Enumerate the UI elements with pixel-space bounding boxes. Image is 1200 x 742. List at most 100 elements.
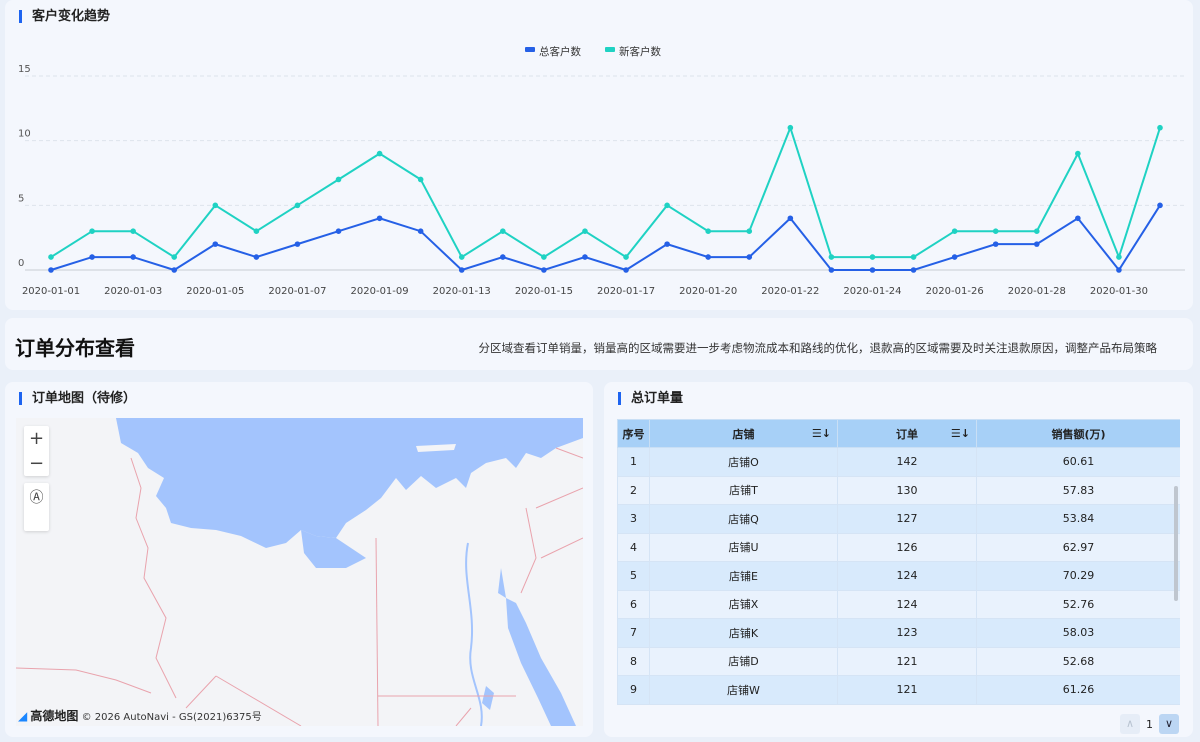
- cell-sales: 57.83: [976, 475, 1180, 505]
- table-row[interactable]: 4 店铺U 126 62.97: [617, 532, 1180, 562]
- cell-orders: 124: [837, 561, 977, 591]
- cell-orders: 127: [837, 504, 977, 534]
- cell-sales: 58.03: [976, 618, 1180, 648]
- zoom-in-button[interactable]: +: [24, 426, 49, 451]
- compass-button[interactable]: Ⓐ: [24, 483, 49, 531]
- table-row[interactable]: 6 店铺X 124 52.76: [617, 589, 1180, 619]
- map-canvas: [16, 418, 583, 726]
- amap-logo-icon: ◢: [18, 709, 28, 723]
- zoom-out-button[interactable]: −: [24, 451, 49, 476]
- customer-trend-chart: 0 5 10 15 2020-01-01 2020-01-03 2020-01-05 2020…: [18, 45, 1185, 297]
- sort-icon[interactable]: ☰↓: [951, 427, 970, 440]
- cell-index: 7: [617, 618, 650, 648]
- cell-sales: 52.68: [976, 646, 1180, 676]
- data-point: [1116, 254, 1122, 260]
- data-point: [910, 267, 917, 273]
- data-point: [582, 228, 588, 234]
- data-point: [376, 150, 383, 157]
- x-tick-label: 2020-01-22: [761, 286, 819, 297]
- cell-store: 店铺D: [649, 646, 838, 676]
- cell-orders: 121: [837, 646, 977, 676]
- pagination: ∧ 1 ∨: [1120, 714, 1179, 734]
- data-point: [130, 228, 136, 234]
- data-point: [171, 254, 178, 260]
- table-scrollbar[interactable]: [1174, 486, 1178, 601]
- table-row[interactable]: 3 店铺Q 127 53.84: [617, 504, 1180, 534]
- series-line-2: [50, 124, 1161, 261]
- data-point: [335, 176, 342, 183]
- data-point: [869, 254, 876, 260]
- order-map[interactable]: + − Ⓐ ◢ 高德地图 © 2026 AutoNavi - GS(2021)6…: [16, 418, 583, 726]
- sort-icon[interactable]: ☰↓: [812, 427, 831, 440]
- order-map-panel: 订单地图（待修） + − Ⓐ ◢ 高德地图 © 2026 AutoNavi - …: [5, 382, 593, 737]
- table-row[interactable]: 7 店铺K 123 58.03: [617, 618, 1180, 648]
- data-point: [48, 254, 54, 260]
- y-tick-label: 15: [18, 64, 31, 75]
- zoom-control: + −: [24, 426, 49, 476]
- orders-table-container[interactable]: 序号 店铺 ☰↓ 订单 ☰↓ 销售额(万) 1 店铺O 142 60.61 2 店铺T 130 5…: [617, 419, 1180, 709]
- cell-store: 店铺E: [649, 561, 838, 591]
- data-point: [582, 254, 588, 260]
- table-row[interactable]: 8 店铺D 121 52.68: [617, 646, 1180, 676]
- data-point: [1033, 241, 1040, 247]
- cell-sales: 62.97: [976, 532, 1180, 562]
- data-point: [541, 267, 547, 273]
- data-point: [664, 241, 670, 247]
- cell-store: 店铺X: [649, 589, 838, 619]
- data-point: [787, 124, 794, 131]
- cell-index: 2: [617, 475, 650, 505]
- cell-index: 8: [617, 646, 650, 676]
- table-row[interactable]: 5 店铺E 124 70.29: [617, 561, 1180, 591]
- data-point: [294, 202, 301, 209]
- table-row[interactable]: 1 店铺O 142 60.61: [617, 447, 1180, 477]
- cell-index: 4: [617, 532, 650, 562]
- cell-index: 6: [617, 589, 650, 619]
- next-page-button[interactable]: ∨: [1159, 714, 1179, 734]
- prev-page-button[interactable]: ∧: [1120, 714, 1140, 734]
- data-point: [171, 267, 178, 273]
- data-point: [212, 202, 219, 209]
- data-point: [1075, 150, 1081, 157]
- cell-orders: 130: [837, 475, 977, 505]
- table-row[interactable]: 2 店铺T 130 57.83: [617, 475, 1180, 505]
- x-tick-label: 2020-01-15: [515, 286, 573, 297]
- data-point: [992, 228, 999, 234]
- data-point: [1157, 202, 1163, 209]
- cell-sales: 60.61: [976, 447, 1180, 477]
- data-point: [828, 254, 835, 260]
- current-page: 1: [1146, 717, 1153, 731]
- y-tick-label: 0: [18, 258, 24, 269]
- header-index: 序号: [617, 419, 650, 448]
- legend-swatch: [605, 47, 615, 52]
- header-orders[interactable]: 订单 ☰↓: [837, 419, 977, 448]
- cell-index: 3: [617, 504, 650, 534]
- header-store[interactable]: 店铺 ☰↓: [649, 419, 838, 448]
- data-point: [1116, 267, 1122, 273]
- data-point: [705, 228, 711, 234]
- x-tick-label: 2020-01-30: [1090, 286, 1148, 297]
- data-point: [951, 254, 958, 260]
- data-point: [417, 176, 424, 183]
- cell-orders: 121: [837, 675, 977, 705]
- x-tick-label: 2020-01-20: [679, 286, 737, 297]
- cell-sales: 70.29: [976, 561, 1180, 591]
- data-point: [335, 228, 342, 234]
- cell-store: 店铺O: [649, 447, 838, 477]
- x-tick-label: 2020-01-05: [186, 286, 244, 297]
- data-point: [48, 267, 54, 273]
- series-line-1: [50, 204, 1161, 272]
- cell-store: 店铺W: [649, 675, 838, 705]
- data-point: [664, 202, 670, 209]
- x-tick-label: 2020-01-13: [433, 286, 491, 297]
- legend-swatch: [525, 47, 535, 52]
- cell-store: 店铺K: [649, 618, 838, 648]
- data-point: [500, 228, 506, 234]
- y-tick-label: 10: [18, 129, 31, 140]
- map-attribution: ◢ 高德地图 © 2026 AutoNavi - GS(2021)6375号: [18, 707, 262, 724]
- x-tick-label: 2020-01-01: [22, 286, 80, 297]
- table-row[interactable]: 9 店铺W 121 61.26: [617, 675, 1180, 705]
- amap-brand: 高德地图: [30, 709, 79, 723]
- x-tick-label: 2020-01-26: [926, 286, 984, 297]
- data-point: [89, 228, 95, 234]
- data-point: [458, 267, 465, 273]
